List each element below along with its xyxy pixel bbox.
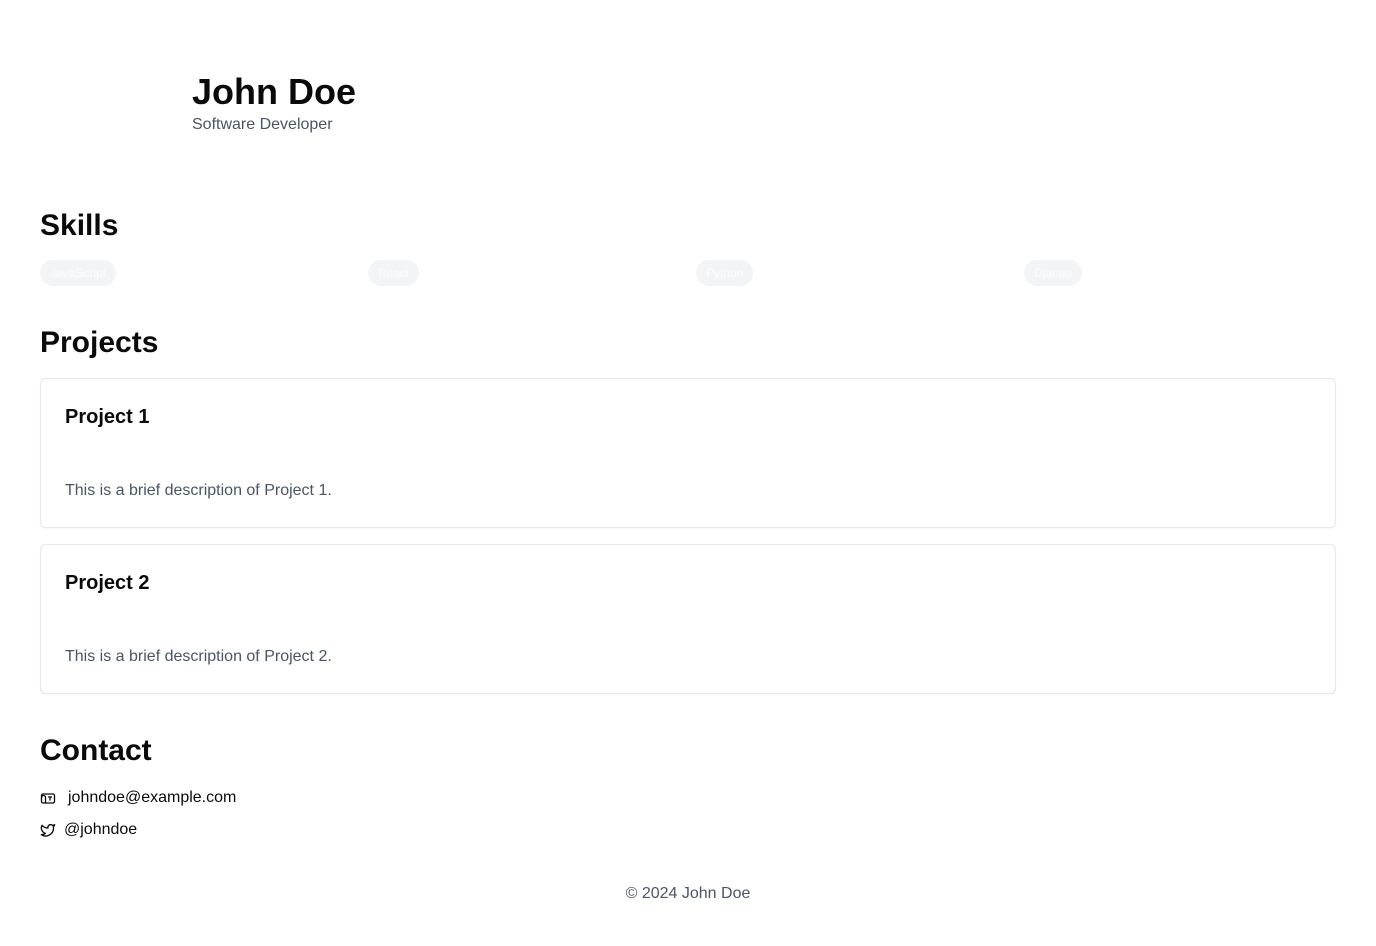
profile-role: Software Developer [192, 116, 333, 133]
skill-chip: React [368, 260, 420, 286]
profile-header: John Doe Software Developer [192, 72, 356, 136]
contact-heading: Contact [40, 734, 152, 767]
project-title: Project 2 [65, 572, 150, 594]
project-card: Project 1 This is a brief description of… [40, 378, 1336, 528]
project-description: This is a brief description of Project 1… [65, 482, 332, 499]
profile-name: John Doe [192, 71, 357, 112]
skill-chip: Python [696, 260, 754, 286]
twitter-icon [40, 822, 56, 838]
project-card: Project 2 This is a brief description of… [40, 544, 1336, 694]
skills-list: JavaScript React Python Django [40, 260, 1352, 286]
projects-heading: Projects [40, 326, 159, 359]
project-description: This is a brief description of Project 2… [65, 648, 332, 665]
mail-icon [40, 790, 56, 806]
skill-chip: JavaScript [40, 260, 117, 286]
footer-copyright: © 2024 John Doe [625, 885, 751, 902]
contact-email: johndoe@example.com [40, 787, 236, 809]
email-link[interactable]: johndoe@example.com [68, 789, 236, 807]
portfolio-page: John Doe Software Developer Skills JavaS… [0, 0, 1376, 946]
contact-twitter: @johndoe [40, 819, 137, 841]
skills-heading: Skills [40, 209, 119, 242]
skill-chip: Django [1024, 260, 1083, 286]
project-title: Project 1 [65, 406, 150, 428]
twitter-link[interactable]: @johndoe [64, 821, 137, 839]
